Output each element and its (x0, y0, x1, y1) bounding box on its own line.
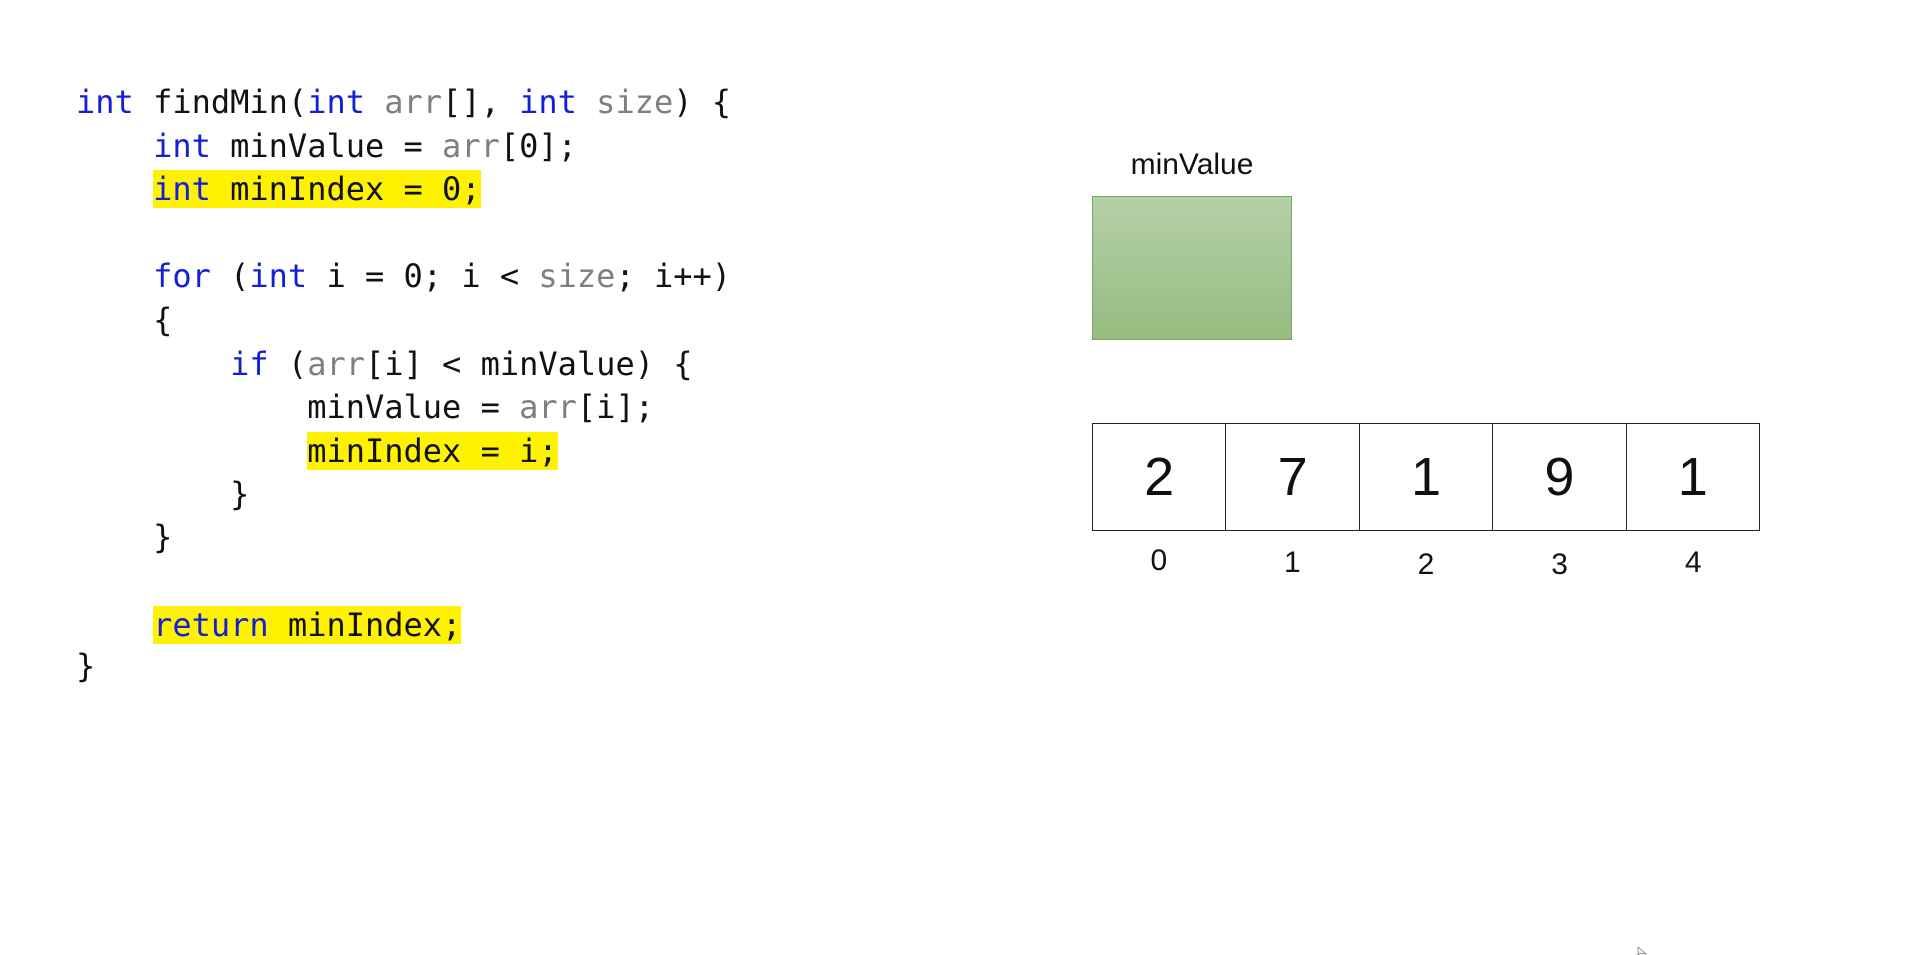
code-keyword: int (153, 127, 211, 165)
code-text: ( (268, 345, 308, 383)
array-index-label: 2 (1417, 548, 1435, 581)
code-text: } (76, 647, 96, 685)
code-line: } (76, 474, 249, 514)
code-line: int minIndex = 0; (76, 169, 481, 209)
code-line: } (76, 646, 95, 686)
code-text: minValue = (210, 127, 443, 165)
code-text: i = 0; i < (307, 257, 539, 295)
code-text: ; i++) (615, 257, 732, 295)
code-keyword: int (153, 170, 211, 208)
code-text: { (76, 301, 173, 339)
code-keyword: return (153, 606, 269, 644)
array-index-label: 4 (1684, 546, 1702, 579)
code-text: [], (442, 83, 520, 121)
array-cell: 1 (1358, 424, 1492, 530)
highlighted-statement: minIndex = i; (307, 432, 558, 470)
code-parameter: arr (519, 388, 577, 426)
code-text: [i] < minValue) { (364, 345, 693, 383)
array-cell: 7 (1225, 424, 1358, 530)
code-keyword: int (307, 83, 365, 121)
highlighted-statement: int minIndex = 0; (153, 170, 481, 208)
code-text: minIndex = 0; (210, 170, 481, 208)
code-keyword: int (76, 83, 134, 121)
array-index-label: 3 (1551, 548, 1568, 581)
code-text: findMin( (133, 83, 308, 121)
code-line: return minIndex; (76, 605, 462, 645)
array-cell: 9 (1492, 424, 1625, 530)
code-line: minIndex = i; (76, 431, 558, 471)
code-keyword: int (519, 83, 577, 121)
array-cell: 2 (1144, 447, 1175, 507)
code-text: ) { (673, 83, 732, 121)
code-text: minIndex; (268, 606, 462, 644)
array-row: 27191 (1092, 423, 1760, 531)
array-index-label: 1 (1284, 546, 1301, 579)
code-parameter: arr (442, 127, 500, 165)
code-keyword: for (153, 257, 211, 295)
code-line: int minValue = arr[0]; (76, 126, 577, 166)
code-line: if (arr[i] < minValue) { (76, 344, 693, 384)
code-keyword: int (249, 257, 308, 295)
code-text: } (76, 518, 173, 556)
min-value-box (1092, 196, 1292, 340)
code-parameter: arr (384, 83, 443, 121)
array-cell: 1 (1625, 424, 1759, 530)
code-line: minValue = arr[i]; (76, 387, 654, 427)
code-parameter: arr (307, 345, 365, 383)
mouse-cursor-icon (1637, 947, 1647, 955)
code-text: [0]; (499, 127, 577, 165)
code-line: } (76, 517, 172, 557)
array-index-label: 0 (1150, 544, 1168, 577)
code-text: } (76, 475, 250, 513)
code-keyword: if (230, 345, 269, 383)
code-parameter: size (596, 83, 674, 121)
code-parameter: size (538, 257, 616, 295)
code-text: ( (210, 257, 250, 295)
code-line: for (int i = 0; i < size; i++) (76, 256, 731, 296)
code-line: { (76, 300, 172, 340)
highlighted-statement: return minIndex; (153, 606, 462, 644)
code-text: minIndex = i; (307, 432, 558, 470)
array-index-row: 0 1 2 3 4 (1092, 544, 1760, 582)
min-value-label: minValue (1130, 148, 1254, 181)
code-text: minValue = (76, 388, 520, 426)
code-line: int findMin(int arr[], int size) { (76, 82, 731, 122)
code-text: [i]; (576, 388, 654, 426)
